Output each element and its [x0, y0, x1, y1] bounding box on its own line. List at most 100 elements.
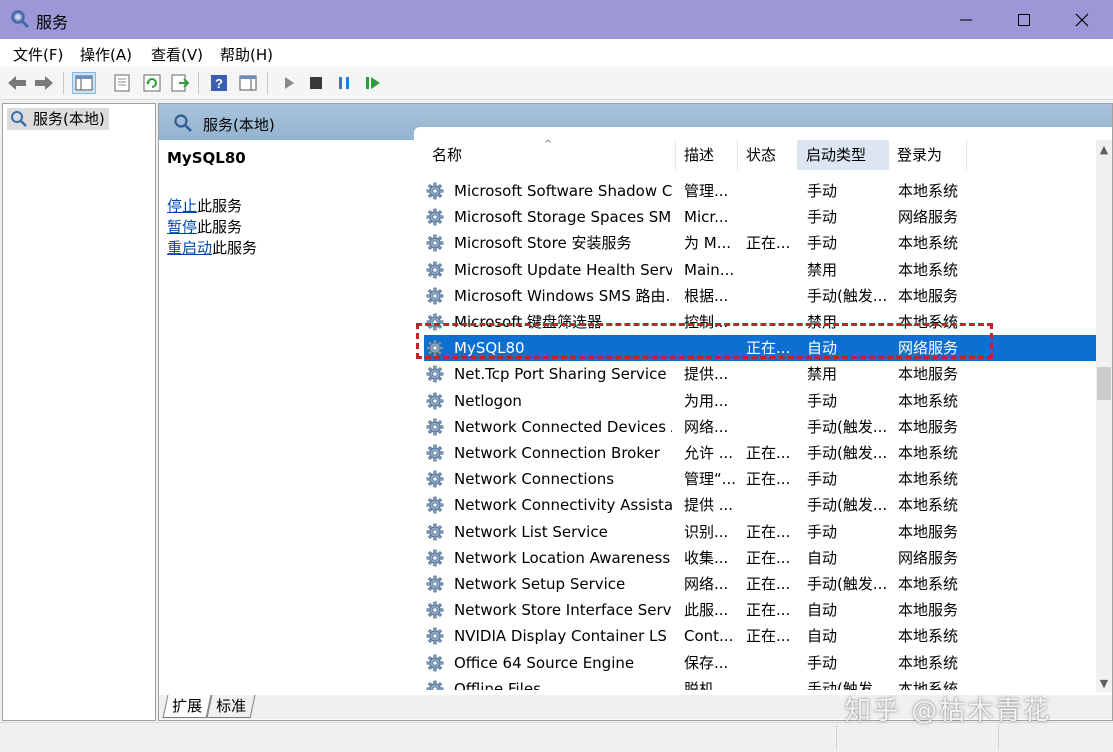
table-row[interactable]: Network Connected Devices A... 网络... 手动(触发…	[424, 414, 1096, 440]
cell-startup: 自动	[807, 339, 838, 358]
column-header-status[interactable]: 状态	[738, 140, 798, 170]
back-button[interactable]	[6, 73, 28, 93]
action-pause: 暂停此服务	[167, 216, 242, 237]
pause-service-link[interactable]: 暂停	[167, 218, 197, 236]
table-row[interactable]: Net.Tcp Port Sharing Service 提供... 禁用 本地服务	[424, 361, 1096, 387]
cell-name: Offline Files	[454, 679, 541, 690]
action-suffix: 此服务	[197, 197, 243, 215]
table-row[interactable]: Microsoft Windows SMS 路由... 根据... 手动(触发...…	[424, 283, 1096, 309]
cell-startup: 手动	[807, 234, 838, 253]
stop-service-link[interactable]: 停止	[167, 197, 197, 215]
menu-file[interactable]: 文件(F)	[13, 44, 63, 65]
services-list: 名称 ^ 描述 状态 启动类型 登录为 Microsoft Software S…	[424, 134, 1096, 690]
cell-status: 正在...	[746, 470, 791, 489]
pause-service-button[interactable]	[333, 73, 355, 93]
watermark: 知乎 @枯木青花	[845, 696, 1052, 726]
table-row[interactable]: Microsoft Software Shadow Co... 管理... 手动 本地…	[424, 178, 1096, 204]
maximize-button[interactable]	[995, 0, 1053, 39]
tree-item-services-local[interactable]: 服务(本地)	[7, 108, 109, 130]
column-header-startup-type[interactable]: 启动类型	[798, 140, 889, 170]
help-button[interactable]: ?	[208, 73, 230, 93]
cell-logon: 本地系统	[898, 260, 959, 279]
forward-button[interactable]	[33, 73, 55, 93]
cell-startup: 禁用	[807, 365, 838, 384]
cell-desc: 提供 ...	[684, 496, 734, 515]
properties-button[interactable]	[111, 73, 133, 93]
menu-action[interactable]: 操作(A)	[80, 44, 132, 65]
window-title: 服务	[36, 13, 69, 32]
export-list-icon	[171, 74, 189, 92]
table-row[interactable]: Microsoft Storage Spaces SMP Micr... 手动 网络服…	[424, 204, 1096, 230]
tab-extended[interactable]: 扩展	[162, 695, 212, 718]
cell-name: Microsoft Update Health Service	[454, 260, 672, 279]
table-row[interactable]: Network Connection Broker 允许 ... 正在... 手动(触…	[424, 440, 1096, 466]
menu-view[interactable]: 查看(V)	[151, 44, 203, 65]
scrollbar-thumb[interactable]	[1097, 367, 1111, 400]
start-service-button[interactable]	[278, 73, 300, 93]
cell-startup: 禁用	[807, 260, 838, 279]
cell-desc: Micr...	[684, 208, 729, 227]
cell-desc: 管理...	[684, 182, 729, 200]
refresh-button[interactable]	[141, 73, 163, 93]
minimize-icon	[960, 19, 972, 20]
cell-name: NVIDIA Display Container LS	[454, 627, 667, 646]
cell-status: 正在...	[746, 522, 791, 541]
table-row[interactable]: Network Store Interface Service 此服... 正在..…	[424, 597, 1096, 623]
cell-logon: 本地服务	[898, 365, 959, 384]
cell-logon: 本地系统	[898, 391, 959, 410]
cell-name: Microsoft 键盘筛选器	[454, 313, 603, 331]
vertical-scrollbar[interactable]: ▲ ▼	[1096, 140, 1112, 692]
menu-help[interactable]: 帮助(H)	[220, 44, 273, 65]
table-row[interactable]: Netlogon 为用... 手动 本地系统	[424, 388, 1096, 414]
table-row[interactable]: Offline Files 脱机... 手动(触发... 本地系统	[424, 676, 1096, 690]
cell-status: 正在...	[746, 444, 791, 462]
service-gear-icon	[426, 444, 444, 462]
show-hide-tree-icon	[75, 75, 93, 91]
cell-status: 正在...	[746, 234, 791, 253]
table-row[interactable]: Network List Service 识别... 正在... 手动 本地服务	[424, 519, 1096, 545]
show-hide-tree-button[interactable]	[72, 72, 96, 94]
table-row[interactable]: Network Connectivity Assistant 提供 ... 手动(触…	[424, 492, 1096, 518]
table-row[interactable]: Network Location Awareness 收集... 正在... 自动 网络…	[424, 545, 1096, 571]
cell-name: MySQL80	[454, 339, 525, 358]
cell-status: 正在...	[746, 627, 791, 646]
cell-desc: 收集...	[684, 548, 729, 567]
table-row[interactable]: NVIDIA Display Container LS Cont... 正在... 自…	[424, 623, 1096, 649]
service-gear-icon	[426, 601, 444, 619]
scroll-down-icon[interactable]: ▼	[1096, 676, 1112, 692]
restart-service-button[interactable]	[362, 73, 384, 93]
cell-name: Net.Tcp Port Sharing Service	[454, 365, 667, 384]
action-stop: 停止此服务	[167, 195, 242, 216]
show-hide-action-pane-icon	[239, 75, 257, 91]
cell-desc: Cont...	[684, 627, 734, 646]
table-row[interactable]: MySQL80 正在... 自动 网络服务	[424, 335, 1096, 362]
cell-logon: 网络服务	[898, 339, 959, 358]
cell-startup: 手动(触发...	[807, 679, 887, 690]
cell-startup: 手动(触发...	[807, 417, 887, 436]
cell-name: Network Store Interface Service	[454, 601, 672, 620]
cell-name: Network Connectivity Assistant	[454, 496, 672, 515]
stop-service-button[interactable]	[305, 73, 327, 93]
column-header-name[interactable]: 名称 ^	[424, 140, 676, 170]
scroll-up-icon[interactable]: ▲	[1096, 142, 1112, 158]
service-gear-icon	[426, 313, 444, 331]
table-row[interactable]: Microsoft Update Health Service Main... 禁用…	[424, 257, 1096, 283]
table-row[interactable]: Office 64 Source Engine 保存... 手动 本地系统	[424, 650, 1096, 676]
restart-service-link[interactable]: 重启动	[167, 239, 212, 257]
cell-status: 正在...	[746, 601, 791, 620]
show-hide-action-pane-button[interactable]	[237, 73, 259, 93]
cell-startup: 自动	[807, 601, 838, 620]
column-header-description[interactable]: 描述	[676, 140, 738, 170]
table-row[interactable]: Microsoft Store 安装服务 为 M... 正在... 手动 本地系统	[424, 230, 1096, 256]
close-button[interactable]	[1053, 0, 1111, 39]
tab-standard[interactable]: 标准	[206, 695, 256, 718]
svg-text:?: ?	[215, 76, 223, 91]
table-row[interactable]: Microsoft 键盘筛选器 控制... 禁用 本地系统	[424, 309, 1096, 335]
column-header-logon-as[interactable]: 登录为	[889, 140, 967, 170]
table-row[interactable]: Network Setup Service 网络... 正在... 手动(触发... 本…	[424, 571, 1096, 597]
cell-startup: 禁用	[807, 313, 838, 331]
export-list-button[interactable]	[169, 73, 191, 93]
table-row[interactable]: Network Connections 管理“... 正在... 手动 本地系统	[424, 466, 1096, 492]
minimize-button[interactable]	[937, 0, 995, 39]
cell-desc: 脱机...	[684, 679, 729, 690]
